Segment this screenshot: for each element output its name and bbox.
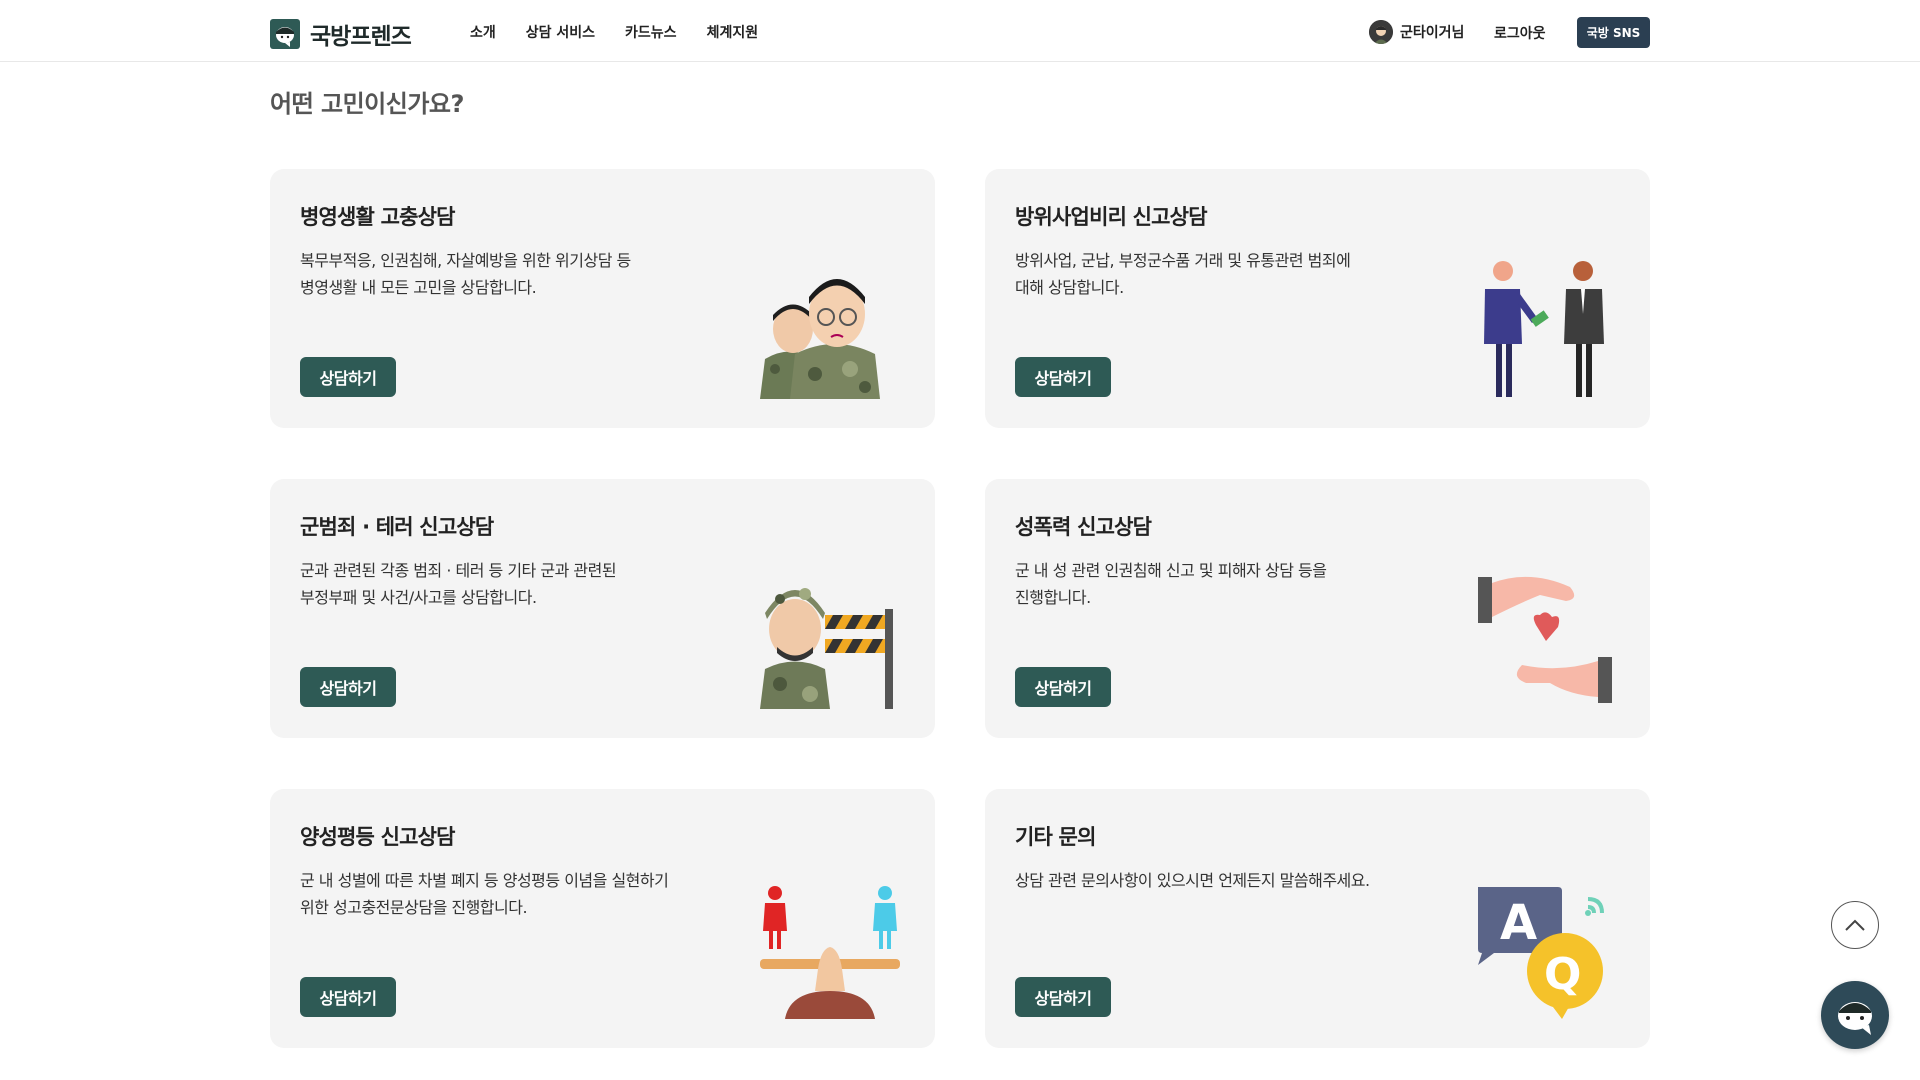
card-title: 병영생활 고충상담 <box>300 205 455 229</box>
soldier-barrier-illustration <box>760 588 893 709</box>
site-header: 국방프렌즈 소개 상담 서비스 카드뉴스 체계지원 군타이거님 로그아웃 국방 … <box>0 0 1920 62</box>
soldiers-illustration <box>760 279 880 399</box>
counsel-button[interactable]: 상담하기 <box>300 357 396 397</box>
card-title: 기타 문의 <box>1015 825 1096 849</box>
card-title: 양성평등 신고상담 <box>300 825 455 849</box>
hands-heart-illustration <box>1478 576 1612 703</box>
counsel-button[interactable]: 상담하기 <box>300 667 396 707</box>
main-nav: 소개 상담 서비스 카드뉴스 체계지원 <box>470 22 758 42</box>
card-barracks-counseling: 병영생활 고충상담 복무부적응, 인권침해, 자살예방을 위한 위기상담 등 병… <box>270 169 935 428</box>
card-description: 방위사업, 군납, 부정군수품 거래 및 유통관련 범죄에 대해 상담합니다. <box>1015 251 1351 297</box>
site-logo[interactable]: 국방프렌즈 <box>270 17 412 51</box>
counsel-button[interactable]: 상담하기 <box>1015 357 1111 397</box>
svg-text:Q: Q <box>1544 949 1581 1000</box>
card-description: 군 내 성 관련 인권침해 신고 및 피해자 상담 등을 진행합니다. <box>1015 561 1327 607</box>
user-name: 군타이거님 <box>1400 25 1465 41</box>
nav-item-intro[interactable]: 소개 <box>470 22 496 42</box>
chatbot-icon <box>1838 1002 1872 1035</box>
qa-bubbles-illustration: A Q <box>1478 887 1604 1019</box>
logo-text: 국방프렌즈 <box>310 24 412 50</box>
card-military-crime: 군범죄 · 테러 신고상담 군과 관련된 각종 범죄 · 테러 등 기타 군과 … <box>270 479 935 738</box>
sns-button[interactable]: 국방 SNS <box>1577 17 1650 48</box>
card-gender-equality: 양성평등 신고상담 군 내 성별에 따른 차별 폐지 등 양성평등 이념을 실현… <box>270 789 935 1048</box>
card-description: 군 내 성별에 따른 차별 폐지 등 양성평등 이념을 실현하기 위한 성고충전… <box>300 871 669 917</box>
nav-item-counseling[interactable]: 상담 서비스 <box>526 22 595 42</box>
nav-item-support[interactable]: 체계지원 <box>707 22 759 42</box>
logout-link[interactable]: 로그아웃 <box>1494 23 1546 43</box>
nav-item-cardnews[interactable]: 카드뉴스 <box>625 22 677 42</box>
counsel-button[interactable]: 상담하기 <box>300 977 396 1017</box>
bribery-illustration <box>1484 261 1604 397</box>
svg-text:A: A <box>1500 895 1537 951</box>
card-defense-corruption: 방위사업비리 신고상담 방위사업, 군납, 부정군수품 거래 및 유통관련 범죄… <box>985 169 1650 428</box>
chatbot-button[interactable] <box>1821 981 1889 1049</box>
card-sexual-violence: 성폭력 신고상담 군 내 성 관련 인권침해 신고 및 피해자 상담 등을 진행… <box>985 479 1650 738</box>
user-menu[interactable]: 군타이거님 <box>1369 20 1464 44</box>
gender-balance-illustration <box>760 886 900 1019</box>
card-other-inquiry: 기타 문의 상담 관련 문의사항이 있으시면 언제든지 말씀해주세요. 상담하기… <box>985 789 1650 1048</box>
counsel-button[interactable]: 상담하기 <box>1015 977 1111 1017</box>
card-description: 군과 관련된 각종 범죄 · 테러 등 기타 군과 관련된 부정부패 및 사건/… <box>300 561 617 607</box>
logo-icon <box>270 19 300 49</box>
card-title: 성폭력 신고상담 <box>1015 515 1152 539</box>
chevron-up-icon <box>1845 919 1865 931</box>
card-description: 복무부적응, 인권침해, 자살예방을 위한 위기상담 등 병영생활 내 모든 고… <box>300 251 631 297</box>
page-title: 어떤 고민이신가요? <box>270 90 464 118</box>
avatar <box>1369 20 1393 44</box>
counsel-button[interactable]: 상담하기 <box>1015 667 1111 707</box>
scroll-to-top-button[interactable] <box>1831 901 1879 949</box>
card-description: 상담 관련 문의사항이 있으시면 언제든지 말씀해주세요. <box>1015 871 1370 890</box>
card-title: 군범죄 · 테러 신고상담 <box>300 515 494 539</box>
card-title: 방위사업비리 신고상담 <box>1015 205 1208 229</box>
